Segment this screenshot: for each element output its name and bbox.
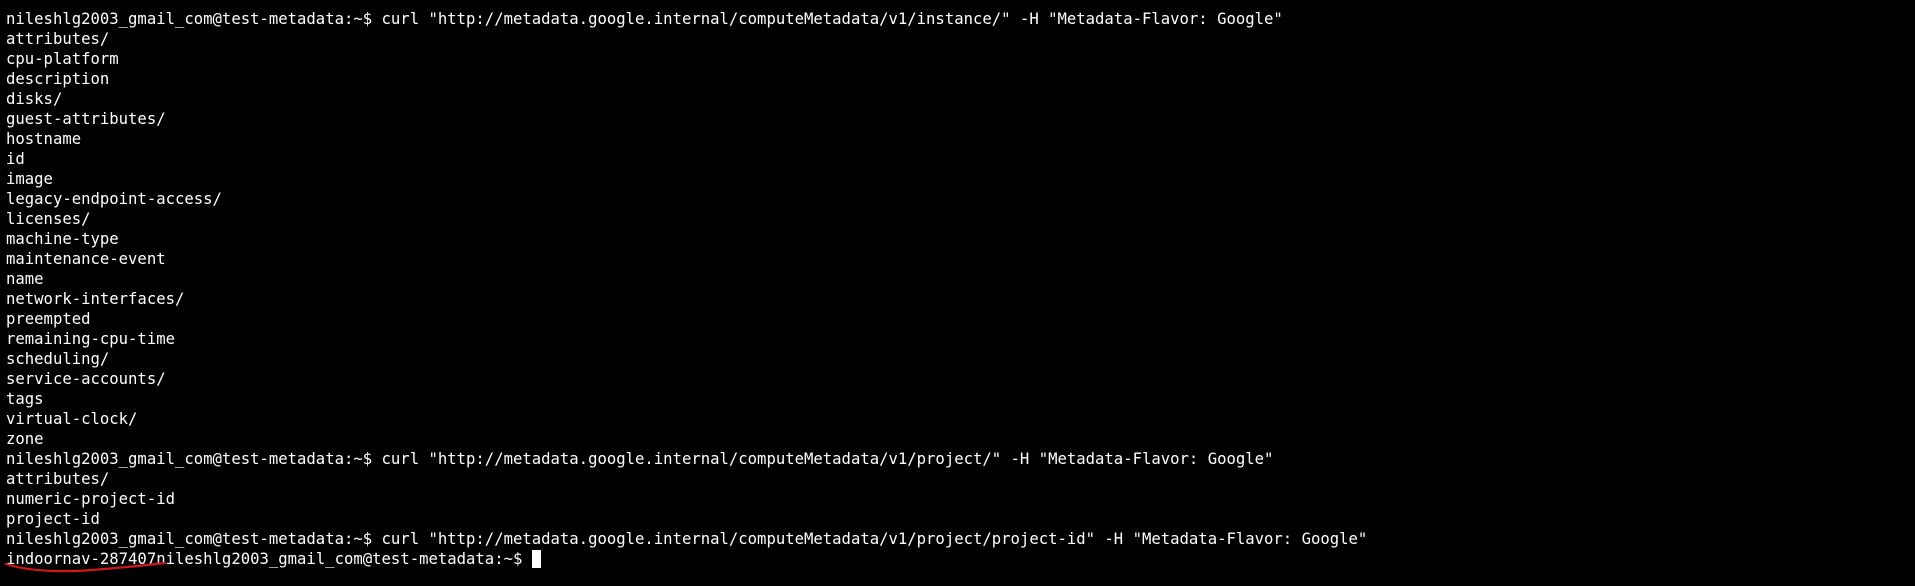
terminal-line: zone bbox=[6, 430, 44, 448]
terminal-line: cpu-platform bbox=[6, 50, 119, 68]
terminal-window[interactable]: nileshlg2003_gmail_com@test-metadata:~$ … bbox=[0, 0, 1915, 586]
terminal-line: id bbox=[6, 150, 25, 168]
terminal-line: guest-attributes/ bbox=[6, 110, 166, 128]
command-output-project-id: indoornav-287407 bbox=[6, 550, 157, 568]
terminal-line: legacy-endpoint-access/ bbox=[6, 190, 222, 208]
terminal-current-line[interactable]: indoornav-287407nileshlg2003_gmail_com@t… bbox=[6, 549, 1915, 569]
terminal-line: nileshlg2003_gmail_com@test-metadata:~$ … bbox=[6, 450, 1274, 468]
terminal-line: service-accounts/ bbox=[6, 370, 166, 388]
terminal-line: attributes/ bbox=[6, 30, 110, 48]
terminal-line: nileshlg2003_gmail_com@test-metadata:~$ … bbox=[6, 530, 1368, 548]
terminal-line: scheduling/ bbox=[6, 350, 110, 368]
terminal-line: disks/ bbox=[6, 90, 63, 108]
terminal-line: nileshlg2003_gmail_com@test-metadata:~$ … bbox=[6, 10, 1283, 28]
terminal-line: tags bbox=[6, 390, 44, 408]
terminal-line: hostname bbox=[6, 130, 82, 148]
terminal-line: description bbox=[6, 70, 110, 88]
terminal-line: maintenance-event bbox=[6, 250, 166, 268]
terminal-line: numeric-project-id bbox=[6, 490, 175, 508]
terminal-line: licenses/ bbox=[6, 210, 91, 228]
terminal-line: virtual-clock/ bbox=[6, 410, 138, 428]
terminal-line: preempted bbox=[6, 310, 91, 328]
terminal-line: remaining-cpu-time bbox=[6, 330, 175, 348]
terminal-line: machine-type bbox=[6, 230, 119, 248]
terminal-line: name bbox=[6, 270, 44, 288]
terminal-line: image bbox=[6, 170, 53, 188]
shell-prompt: nileshlg2003_gmail_com@test-metadata:~$ bbox=[156, 550, 523, 568]
terminal-line: network-interfaces/ bbox=[6, 290, 185, 308]
text-cursor bbox=[532, 550, 542, 568]
terminal-line: attributes/ bbox=[6, 470, 110, 488]
terminal-line: project-id bbox=[6, 510, 100, 528]
